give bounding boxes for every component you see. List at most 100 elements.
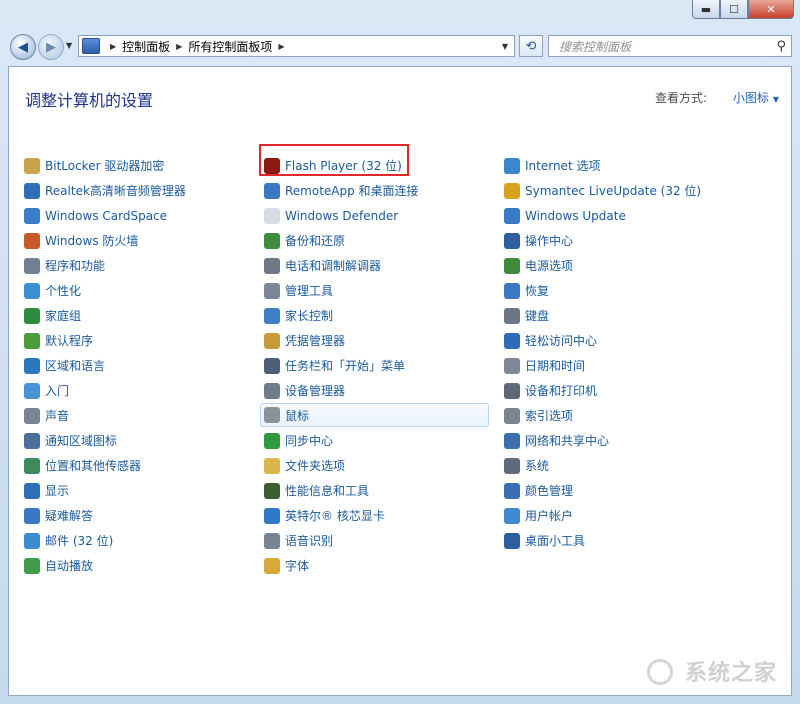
control-panel-item[interactable]: 轻松访问中心 [504, 328, 701, 353]
action-center-icon [504, 233, 520, 249]
control-panel-item[interactable]: Windows Update [504, 203, 701, 228]
control-panel-item-label: Symantec LiveUpdate (32 位) [525, 182, 701, 199]
refresh-button[interactable]: ⟲ [519, 35, 543, 57]
control-panel-item[interactable]: 英特尔® 核芯显卡 [264, 503, 489, 528]
control-panel-item[interactable]: 程序和功能 [24, 253, 186, 278]
control-panel-item[interactable]: Windows 防火墙 [24, 228, 186, 253]
control-panel-item[interactable]: 字体 [264, 553, 489, 578]
control-panel-item[interactable]: 入门 [24, 378, 186, 403]
control-panel-item[interactable]: 电话和调制解调器 [264, 253, 489, 278]
control-panel-item-label: 键盘 [525, 307, 549, 324]
breadcrumb-all-items[interactable]: 所有控制面板项 [188, 38, 272, 55]
control-panel-item[interactable]: 键盘 [504, 303, 701, 328]
control-panel-item[interactable]: 家庭组 [24, 303, 186, 328]
control-panel-item[interactable]: 系统 [504, 453, 701, 478]
control-panel-item[interactable]: 语音识别 [264, 528, 489, 553]
control-panel-item[interactable]: 位置和其他传感器 [24, 453, 186, 478]
search-icon[interactable]: ⚲ [776, 39, 786, 54]
display-icon [24, 483, 40, 499]
programs-icon [24, 258, 40, 274]
control-panel-item-label: 电源选项 [525, 257, 573, 274]
content-pane: 调整计算机的设置 查看方式: 小图标▼ BitLocker 驱动器加密Realt… [8, 66, 792, 696]
control-panel-item[interactable]: 备份和还原 [264, 228, 489, 253]
control-panel-item[interactable]: 索引选项 [504, 403, 701, 428]
control-panel-item-label: 系统 [525, 457, 549, 474]
control-panel-item-label: 邮件 (32 位) [45, 532, 113, 549]
control-panel-item[interactable]: 邮件 (32 位) [24, 528, 186, 553]
control-panel-item[interactable]: 个性化 [24, 278, 186, 303]
control-panel-item[interactable]: 默认程序 [24, 328, 186, 353]
control-panel-item[interactable]: 任务栏和「开始」菜单 [264, 353, 489, 378]
control-panel-item[interactable]: 性能信息和工具 [264, 478, 489, 503]
control-panel-item-label: 凭据管理器 [285, 332, 345, 349]
control-panel-item-label: 疑难解答 [45, 507, 93, 524]
view-by-dropdown[interactable]: 小图标▼ [733, 89, 779, 106]
breadcrumb-separator-icon[interactable]: ▶ [110, 42, 116, 51]
close-button[interactable]: ✕ [748, 0, 794, 19]
control-panel-item[interactable]: 用户帐户 [504, 503, 701, 528]
breadcrumb-control-panel[interactable]: 控制面板 [122, 38, 170, 55]
parental-controls-icon [264, 308, 280, 324]
control-panel-item[interactable]: 鼠标 [260, 403, 489, 427]
control-panel-item[interactable]: 日期和时间 [504, 353, 701, 378]
control-panel-item-label: Realtek高清晰音频管理器 [45, 182, 186, 199]
power-options-icon [504, 258, 520, 274]
breadcrumb-separator-icon[interactable]: ▶ [278, 42, 284, 51]
control-panel-item[interactable]: 设备管理器 [264, 378, 489, 403]
maximize-button[interactable]: ☐ [720, 0, 748, 19]
bitlocker-icon [24, 158, 40, 174]
control-panel-item[interactable]: Realtek高清晰音频管理器 [24, 178, 186, 203]
control-panel-item[interactable]: BitLocker 驱动器加密 [24, 153, 186, 178]
control-panel-item[interactable]: 操作中心 [504, 228, 701, 253]
forward-button[interactable]: ▶ [38, 34, 64, 60]
control-panel-item[interactable]: 声音 [24, 403, 186, 428]
control-panel-item-label: 区域和语言 [45, 357, 105, 374]
control-panel-item-label: 入门 [45, 382, 69, 399]
breadcrumb-separator-icon[interactable]: ▶ [176, 42, 182, 51]
control-panel-item[interactable]: Symantec LiveUpdate (32 位) [504, 178, 701, 203]
recent-pages-dropdown-icon[interactable]: ▼ [66, 41, 72, 50]
control-panel-item[interactable]: Windows Defender [264, 203, 489, 228]
control-panel-item[interactable]: 家长控制 [264, 303, 489, 328]
back-button[interactable]: ◀ [10, 34, 36, 60]
control-panel-item[interactable]: 自动播放 [24, 553, 186, 578]
control-panel-item[interactable]: 电源选项 [504, 253, 701, 278]
address-dropdown-icon[interactable]: ▼ [502, 42, 508, 51]
control-panel-item[interactable]: RemoteApp 和桌面连接 [264, 178, 489, 203]
control-panel-item-label: Windows CardSpace [45, 209, 167, 223]
control-panel-item[interactable]: 通知区域图标 [24, 428, 186, 453]
control-panel-item-label: 英特尔® 核芯显卡 [285, 507, 385, 524]
control-panel-item[interactable]: Windows CardSpace [24, 203, 186, 228]
control-panel-item[interactable]: 疑难解答 [24, 503, 186, 528]
control-panel-item[interactable]: 显示 [24, 478, 186, 503]
search-input[interactable]: 搜索控制面板 ⚲ [548, 35, 792, 57]
control-panel-item[interactable]: 恢复 [504, 278, 701, 303]
control-panel-item-label: 鼠标 [285, 407, 309, 424]
control-panel-item-label: 桌面小工具 [525, 532, 585, 549]
control-panel-item[interactable]: 管理工具 [264, 278, 489, 303]
control-panel-item[interactable]: 凭据管理器 [264, 328, 489, 353]
control-panel-item-label: 颜色管理 [525, 482, 573, 499]
windows-update-icon [504, 208, 520, 224]
control-panel-item[interactable]: 桌面小工具 [504, 528, 701, 553]
control-panel-item[interactable]: Internet 选项 [504, 153, 701, 178]
control-panel-item[interactable]: 文件夹选项 [264, 453, 489, 478]
control-panel-item-label: 性能信息和工具 [285, 482, 369, 499]
control-panel-item[interactable]: 网络和共享中心 [504, 428, 701, 453]
back-arrow-icon: ◀ [18, 40, 28, 55]
address-bar[interactable]: ▶ 控制面板 ▶ 所有控制面板项 ▶ ▼ [78, 35, 515, 57]
control-panel-item-label: 通知区域图标 [45, 432, 117, 449]
control-panel-item[interactable]: 同步中心 [264, 428, 489, 453]
remoteapp-icon [264, 183, 280, 199]
performance-icon [264, 483, 280, 499]
intel-graphics-icon [264, 508, 280, 524]
control-panel-window: ▬ ☐ ✕ ◀ ▶ ▼ ▶ 控制面板 ▶ 所有控制面板项 ▶ ▼ ⟲ 搜索控制面… [0, 0, 800, 704]
control-panel-item[interactable]: 颜色管理 [504, 478, 701, 503]
sound-icon [24, 408, 40, 424]
control-panel-item[interactable]: 区域和语言 [24, 353, 186, 378]
notification-area-icon [24, 433, 40, 449]
control-panel-item[interactable]: 设备和打印机 [504, 378, 701, 403]
items-column-2: Flash Player (32 位)RemoteApp 和桌面连接Window… [264, 153, 489, 578]
watermark-logo-icon [647, 659, 673, 685]
minimize-button[interactable]: ▬ [692, 0, 720, 19]
